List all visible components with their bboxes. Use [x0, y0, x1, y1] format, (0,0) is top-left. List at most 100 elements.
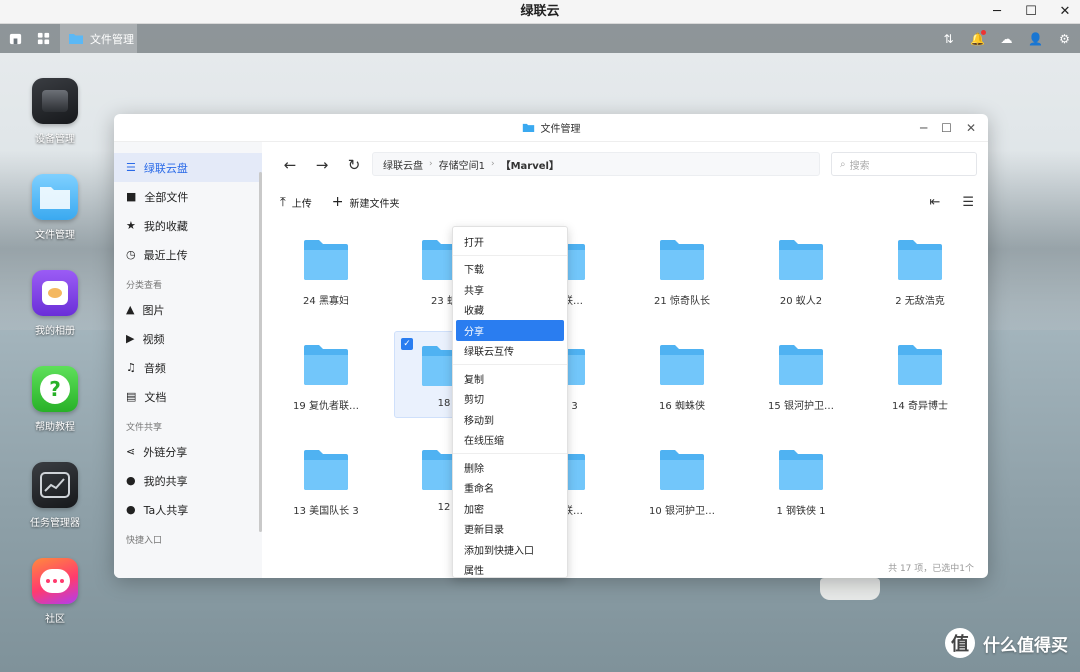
checkbox-checked-icon[interactable]: ✓ — [401, 338, 413, 350]
home-icon[interactable] — [8, 31, 23, 46]
view-controls: ⇤ ☰ — [929, 190, 974, 214]
wallpaper-ship — [820, 578, 880, 600]
bell-icon[interactable]: 🔔 — [970, 30, 986, 46]
sort-icon[interactable]: ⇤ — [929, 195, 940, 210]
new-folder-button[interactable]: + 新建文件夹 — [332, 194, 400, 210]
transfer-icon[interactable]: ⇅ — [941, 31, 956, 46]
minimize-icon[interactable]: ─ — [990, 4, 1004, 19]
context-menu-item[interactable]: 复制 — [456, 368, 564, 389]
folder-icon — [522, 123, 534, 132]
breadcrumb-item[interactable]: 【Marvel】 — [501, 157, 559, 172]
maximize-icon[interactable]: ☐ — [1024, 4, 1038, 19]
folder-item[interactable]: 15 银河护卫… — [751, 343, 851, 412]
desktop-icon-file-manager[interactable]: 文件管理 — [24, 174, 86, 241]
desktop-icon-photos[interactable]: 我的相册 — [24, 270, 86, 337]
sidebar-item-videos[interactable]: ▶ 视频 — [114, 324, 262, 353]
fm-titlebar: 文件管理 ─ ☐ ✕ — [114, 114, 988, 142]
breadcrumb-item[interactable]: 存储空间1 — [439, 157, 485, 172]
sidebar-item-recent[interactable]: ◷ 最近上传 — [114, 240, 262, 269]
context-menu-item[interactable]: 属性 — [456, 560, 564, 581]
context-menu-item[interactable]: 移动到 — [456, 409, 564, 430]
context-menu-item[interactable]: 打开 — [456, 231, 564, 252]
folder-icon — [32, 174, 78, 220]
share-icon: ⋖ — [126, 445, 136, 458]
breadcrumb: 绿联云盘 › 存储空间1 › 【Marvel】 — [372, 152, 820, 176]
folder-item[interactable]: 20 蚁人2 — [751, 238, 851, 307]
folder-name: 19 复仇者联… — [293, 401, 359, 412]
taskbar-app-label: 文件管理 — [90, 32, 134, 46]
folder-icon — [777, 343, 825, 387]
sidebar-item-others-share[interactable]: ● Ta人共享 — [114, 495, 262, 524]
chat-icon — [32, 558, 78, 604]
folder-item[interactable]: 10 银河护卫… — [632, 448, 732, 517]
context-menu-item[interactable]: 共享 — [456, 279, 564, 300]
settings-icon[interactable]: ⚙ — [1057, 31, 1072, 46]
context-menu-item[interactable]: 分享 — [456, 320, 564, 341]
watermark-text: 什么值得买 — [983, 635, 1068, 656]
folder-item[interactable]: 21 惊奇队长 — [632, 238, 732, 307]
sidebar-item-my-share[interactable]: ● 我的共享 — [114, 466, 262, 495]
context-menu-item[interactable]: 剪切 — [456, 389, 564, 410]
toolbar: ⤒ 上传 + 新建文件夹 ⇤ ☰ — [266, 190, 988, 214]
context-menu-item[interactable]: 绿联云互传 — [456, 341, 564, 362]
sidebar-item-documents[interactable]: ▤ 文档 — [114, 382, 262, 411]
breadcrumb-item[interactable]: 绿联云盘 — [383, 157, 423, 172]
desktop-icon-community[interactable]: 社区 — [24, 558, 86, 625]
folder-item[interactable]: 2 无敌浩克 — [870, 238, 970, 307]
forward-arrow-icon[interactable]: → — [312, 155, 332, 175]
upload-button[interactable]: ⤒ 上传 — [280, 195, 312, 210]
refresh-icon[interactable]: ↻ — [344, 155, 364, 175]
fm-window-controls: ─ ☐ ✕ — [920, 114, 976, 142]
cloud-icon[interactable]: ☁ — [999, 31, 1014, 46]
folder-icon — [896, 343, 944, 387]
folder-item[interactable]: 24 黑寡妇 — [276, 238, 376, 307]
sidebar-item-external-share[interactable]: ⋖ 外链分享 — [114, 437, 262, 466]
sidebar-item-ugreen-drive[interactable]: ☰ 绿联云盘 — [114, 153, 262, 182]
folder-item[interactable]: 14 奇异博士 — [870, 343, 970, 412]
close-icon[interactable]: ✕ — [966, 121, 976, 135]
search-input[interactable]: ⌕ 搜索 — [831, 152, 977, 176]
folder-item[interactable]: 1 钢铁侠 1 — [751, 448, 851, 517]
apps-grid-icon[interactable] — [36, 31, 51, 46]
desktop-icon-help[interactable]: ? 帮助教程 — [24, 366, 86, 433]
user-icon[interactable]: 👤 — [1028, 31, 1043, 46]
back-arrow-icon[interactable]: ← — [280, 155, 300, 175]
context-menu-item[interactable]: 在线压缩 — [456, 430, 564, 451]
folder-name: 21 惊奇队长 — [654, 296, 710, 307]
watermark: 值 什么值得买 — [945, 628, 1068, 658]
context-menu-item[interactable]: 重命名 — [456, 478, 564, 499]
video-icon: ▶ — [126, 332, 135, 345]
context-menu-item[interactable]: 删除 — [456, 457, 564, 478]
chevron-right-icon: › — [429, 159, 433, 169]
context-menu-item[interactable]: 添加到快捷入口 — [456, 539, 564, 560]
folder-name: 16 蜘蛛侠 — [659, 401, 705, 412]
search-icon: ⌕ — [840, 158, 846, 170]
folder-item[interactable]: 13 美国队长 3 — [276, 448, 376, 517]
sidebar-item-all-files[interactable]: ■ 全部文件 — [114, 182, 262, 211]
context-menu-item[interactable]: 加密 — [456, 498, 564, 519]
taskbar-app-file-manager[interactable]: 文件管理 — [60, 24, 137, 53]
close-icon[interactable]: ✕ — [1058, 4, 1072, 19]
plus-icon: + — [331, 194, 344, 210]
list-view-icon[interactable]: ☰ — [962, 195, 974, 210]
folder-icon — [658, 448, 706, 492]
context-menu-item[interactable]: 收藏 — [456, 300, 564, 321]
sidebar: ☰ 绿联云盘 ■ 全部文件 ★ 我的收藏 ◷ 最近上传 分类查看 ▲ 图片 ▶ 视频 ♫ 音频… — [114, 142, 262, 578]
context-menu-item[interactable]: 下载 — [456, 259, 564, 280]
desktop-icon-task-manager[interactable]: 任务管理器 — [24, 462, 86, 529]
sidebar-item-favorites[interactable]: ★ 我的收藏 — [114, 211, 262, 240]
sidebar-item-images[interactable]: ▲ 图片 — [114, 295, 262, 324]
folder-icon — [658, 238, 706, 282]
folder-item[interactable]: 19 复仇者联… — [276, 343, 376, 412]
folder-item[interactable]: 16 蜘蛛侠 — [632, 343, 732, 412]
app-title: 绿联云 — [520, 4, 560, 19]
desktop-icon-device-manager[interactable]: 设备管理 — [24, 78, 86, 145]
chart-icon — [32, 462, 78, 508]
users-icon: ● — [126, 474, 136, 487]
minimize-icon[interactable]: ─ — [920, 121, 927, 135]
context-menu-item[interactable]: 更新目录 — [456, 519, 564, 540]
sidebar-item-audio[interactable]: ♫ 音频 — [114, 353, 262, 382]
sidebar-scrollbar[interactable] — [259, 172, 262, 532]
watermark-logo: 值 — [945, 628, 975, 658]
maximize-icon[interactable]: ☐ — [941, 121, 952, 135]
